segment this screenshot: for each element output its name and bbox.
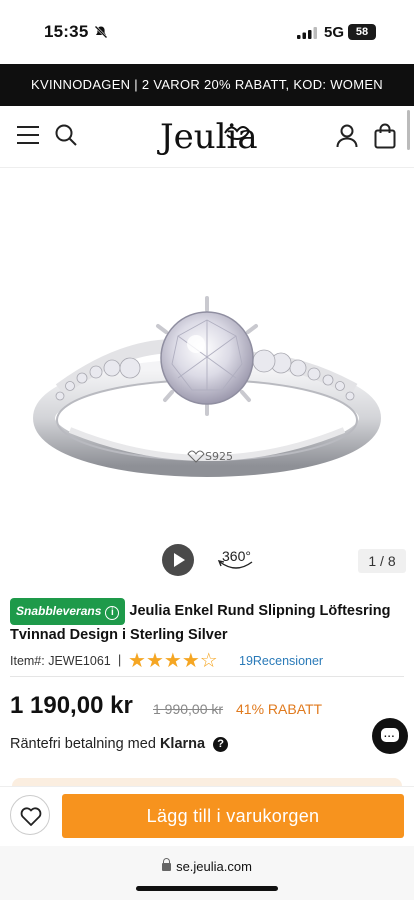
account-icon[interactable] xyxy=(336,124,358,148)
hamburger-menu-icon[interactable] xyxy=(17,126,39,146)
media-controls: 360° 1 / 8 xyxy=(0,542,414,582)
scrollbar[interactable] xyxy=(407,110,410,150)
klarna-row: Räntefri betalning med Klarna ? xyxy=(10,736,229,752)
bottom-action-bar: Lägg till i varukorgen xyxy=(0,786,414,846)
help-icon[interactable]: ? xyxy=(213,737,229,752)
lock-icon xyxy=(162,858,172,871)
wishlist-button[interactable] xyxy=(10,795,50,835)
battery-icon: 58 xyxy=(348,24,376,40)
star-full-icon: ★ xyxy=(128,650,146,672)
star-full-icon: ★ xyxy=(145,650,164,672)
klarna-prefix: Räntefri betalning med xyxy=(10,736,156,752)
rotate-arrow-icon xyxy=(217,560,253,569)
add-to-cart-button[interactable]: Lägg till i varukorgen xyxy=(62,794,404,838)
url-text: se.jeulia.com xyxy=(176,859,252,874)
product-meta-row: Item#: JEWE1061 | ★★★★☆ 19Recensioner xyxy=(10,650,406,672)
item-number: Item#: JEWE1061 xyxy=(10,654,111,668)
star-full-icon: ★ xyxy=(163,650,182,672)
bell-muted-icon xyxy=(94,25,108,39)
reviews-link[interactable]: 19Recensioner xyxy=(239,654,323,668)
url-field[interactable]: se.jeulia.com xyxy=(0,858,414,874)
browser-url-bar: se.jeulia.com xyxy=(0,846,414,900)
status-bar: 15:35 5G 58 xyxy=(0,0,414,64)
rating-stars[interactable]: ★★★★☆ xyxy=(128,650,218,672)
play-video-button[interactable] xyxy=(162,544,194,576)
info-icon[interactable]: i xyxy=(105,606,120,620)
network-label: 5G xyxy=(324,24,345,41)
status-time: 15:35 xyxy=(44,22,89,41)
discount-label: 41% RABATT xyxy=(236,701,323,717)
site-header: Jeulia xyxy=(0,106,414,168)
logo-heart-icon xyxy=(224,126,251,141)
shopping-bag-icon[interactable] xyxy=(374,123,396,149)
original-price: 1 990,00 kr xyxy=(153,701,224,717)
search-icon[interactable] xyxy=(54,123,78,147)
image-counter: 1 / 8 xyxy=(358,549,406,573)
divider xyxy=(10,676,404,677)
promo-banner[interactable]: KVINNODAGEN | 2 VAROR 20% RABATT, KOD: W… xyxy=(0,64,414,106)
heart-icon xyxy=(20,807,42,826)
product-title-block: Snabbleverans i Jeulia Enkel Rund Slipnin… xyxy=(10,598,406,646)
star-full-icon: ★ xyxy=(181,650,200,672)
chat-button[interactable]: ... xyxy=(372,718,408,754)
fast-delivery-badge[interactable]: Snabbleverans i xyxy=(10,598,126,625)
view-360-button[interactable]: 360° xyxy=(216,546,256,574)
ring-engraving: S925 xyxy=(205,450,233,463)
current-price: 1 190,00 kr xyxy=(10,692,133,719)
meta-divider: | xyxy=(118,653,122,667)
star-empty-icon: ☆ xyxy=(199,650,218,672)
ring-illustration: S925 xyxy=(33,296,381,477)
price-row: 1 190,00 kr 1 990,00 kr 41% RABATT xyxy=(10,692,406,724)
chat-bubble-icon: ... xyxy=(384,729,396,740)
home-indicator[interactable] xyxy=(136,886,278,891)
badge-label: Snabbleverans xyxy=(16,604,102,618)
product-image[interactable]: S925 xyxy=(0,168,414,538)
klarna-brand: Klarna xyxy=(159,736,206,752)
signal-icon xyxy=(297,27,317,39)
